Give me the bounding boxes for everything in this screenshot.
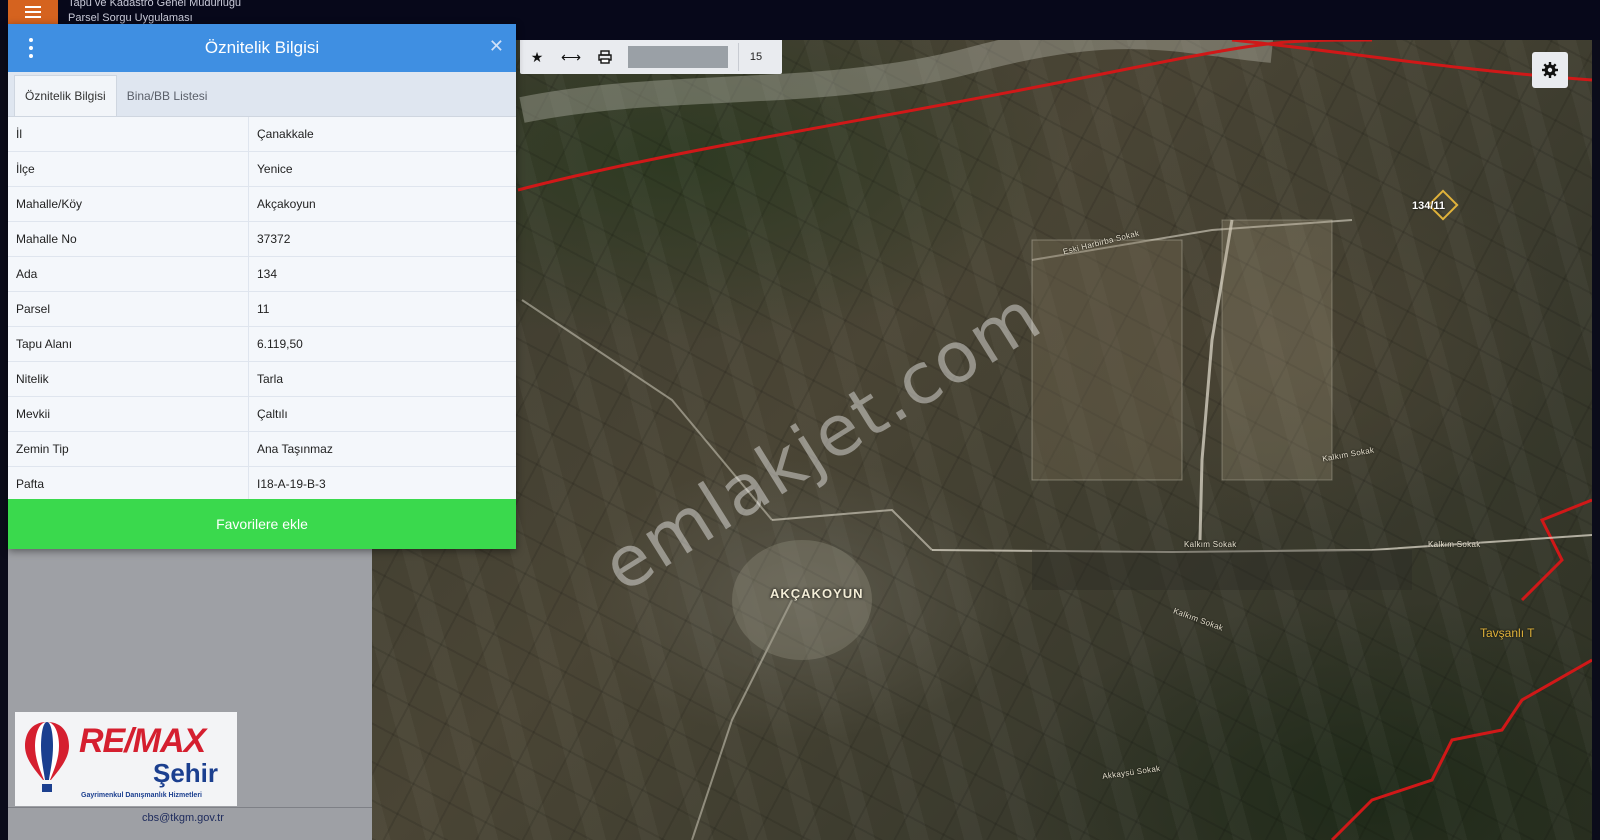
menu-icon [25, 6, 41, 18]
village-label: AKÇAKOYUN [770, 586, 864, 601]
table-row: Parsel 11 [8, 291, 516, 327]
table-row: İl Çanakkale [8, 117, 516, 152]
boundary-line [1330, 658, 1592, 840]
more-options-icon[interactable] [26, 38, 36, 58]
attribute-key: İlçe [8, 151, 249, 187]
table-row: Mahalle No 37372 [8, 221, 516, 257]
brand-tagline: Gayrimenkul Danışmanlık Hizmetleri [81, 792, 202, 799]
satellite-map[interactable]: emlakjet.com AKÇAKOYUN Tavşanlı T 134/11… [372, 40, 1592, 840]
print-icon[interactable] [588, 40, 622, 74]
boundary-line [1520, 498, 1592, 602]
attribute-value: 11 [248, 291, 516, 327]
attribute-key: İl [8, 117, 249, 152]
remax-logo: RE/MAX Şehir Gayrimenkul Danışmanlık Hiz… [15, 712, 237, 806]
tab-building-list[interactable]: Bina/BB Listesi [117, 76, 218, 116]
attribute-key: Parsel [8, 291, 249, 327]
attribute-key: Pafta [8, 466, 249, 502]
parcel-label: 134/11 [1412, 200, 1446, 212]
attribute-key: Nitelik [8, 361, 249, 397]
street-label: Kalkım Sokak [1184, 540, 1237, 549]
app-name: Parsel Sorgu Uygulaması [68, 12, 193, 24]
tab-attributes[interactable]: Öznitelik Bilgisi [14, 75, 117, 116]
brand-city: Şehir [153, 758, 219, 788]
attribute-value: Akçakoyun [248, 186, 516, 222]
attribute-key: Tapu Alanı [8, 326, 249, 362]
zoom-level: 15 [738, 43, 773, 71]
close-icon[interactable]: ✕ [489, 36, 504, 57]
balloon-icon [25, 722, 69, 792]
attribute-key: Zemin Tip [8, 431, 249, 467]
table-row: Ada 134 [8, 256, 516, 292]
table-row: Zemin Tip Ana Taşınmaz [8, 431, 516, 467]
settings-button[interactable] [1532, 52, 1568, 88]
attribute-value: Çaltılı [248, 396, 516, 432]
star-icon[interactable]: ★ [520, 40, 554, 74]
attribute-key: Ada [8, 256, 249, 292]
search-input[interactable] [628, 46, 728, 68]
measure-icon[interactable]: ⟷ [554, 40, 588, 74]
attribute-value: Çanakkale [248, 117, 516, 152]
attribute-value: 6.119,50 [248, 326, 516, 362]
attribute-key: Mahalle No [8, 221, 249, 257]
attribute-value: Yenice [248, 151, 516, 187]
panel-tabs: Öznitelik Bilgisi Bina/BB Listesi [8, 72, 516, 117]
table-row: Pafta I18-A-19-B-3 [8, 466, 516, 502]
table-row: Tapu Alanı 6.119,50 [8, 326, 516, 362]
table-row: Mahalle/Köy Akçakoyun [8, 186, 516, 222]
add-to-favorites-button[interactable]: Favorilere ekle [8, 499, 516, 549]
attribute-value: Tarla [248, 361, 516, 397]
attribute-value: I18-A-19-B-3 [248, 466, 516, 502]
panel-title: Öznitelik Bilgisi [204, 38, 320, 57]
attribute-panel: Öznitelik Bilgisi ✕ Öznitelik Bilgisi Bi… [8, 24, 516, 549]
street-label: Kalkım Sokak [1428, 540, 1481, 549]
table-row: Mevkii Çaltılı [8, 396, 516, 432]
table-row: Nitelik Tarla [8, 361, 516, 397]
hamburger-menu-button[interactable] [8, 0, 58, 24]
footer-divider [8, 807, 372, 808]
panel-header: Öznitelik Bilgisi ✕ [8, 24, 516, 72]
attribute-table: İl Çanakkale İlçe Yenice Mahalle/Köy Akçakoyu… [8, 117, 516, 502]
brand-name: RE/MAX [79, 722, 206, 760]
attribute-value: 134 [248, 256, 516, 292]
attribute-value: 37372 [248, 221, 516, 257]
map-toolbar: ★ ⟷ 15 [520, 40, 782, 74]
table-row: İlçe Yenice [8, 151, 516, 187]
area-label: Tavşanlı T [1480, 626, 1535, 640]
gear-icon [1542, 62, 1558, 78]
attribute-value: Ana Taşınmaz [248, 431, 516, 467]
map-overlay [517, 40, 1592, 840]
contact-email[interactable]: cbs@tkgm.gov.tr [142, 812, 224, 824]
attribute-key: Mevkii [8, 396, 249, 432]
attribute-key: Mahalle/Köy [8, 186, 249, 222]
agency-title: Tapu ve Kadastro Genel Müdürlüğü [68, 0, 242, 9]
